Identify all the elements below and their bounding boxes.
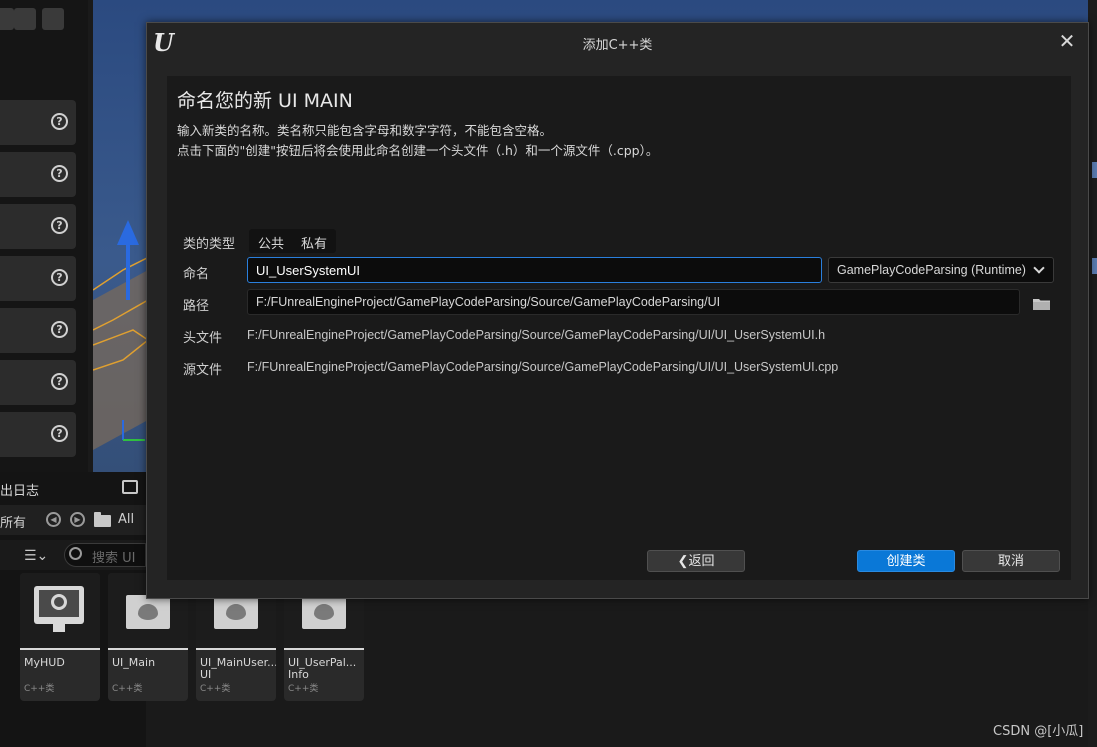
duplicate-icon[interactable]: [14, 8, 36, 30]
details-row[interactable]: ?: [0, 100, 76, 145]
module-select[interactable]: GamePlayCodeParsing (Runtime): [828, 257, 1054, 283]
path-input[interactable]: [247, 289, 1020, 315]
details-row[interactable]: ?: [0, 308, 76, 353]
back-button[interactable]: ❮返回: [647, 550, 745, 572]
source-file-label: 源文件: [183, 363, 223, 378]
forward-icon[interactable]: ▶: [70, 512, 85, 527]
details-row[interactable]: ?: [0, 256, 76, 301]
description-line: 点击下面的"创建"按钮后将会使用此命名创建一个头文件（.h）和一个源文件（.cp…: [177, 143, 659, 158]
close-button[interactable]: ✕: [1058, 31, 1076, 51]
asset-type: C++类: [200, 684, 231, 694]
search-icon: [69, 547, 82, 560]
hud-monitor-icon: [34, 586, 84, 632]
dialog-titlebar[interactable]: U 添加C++类 ✕: [147, 23, 1088, 61]
details-row[interactable]: ?: [0, 412, 76, 457]
folder-icon[interactable]: [1033, 298, 1050, 310]
asset-name: UI_UserPal... Info: [288, 656, 357, 681]
help-icon[interactable]: ?: [51, 113, 68, 130]
page-title: 命名您的新 UI MAIN: [177, 90, 353, 112]
header-file-label: 头文件: [183, 331, 223, 346]
watermark: CSDN @[小瓜]: [993, 724, 1084, 739]
dialog-title: 添加C++类: [582, 38, 653, 53]
create-class-button[interactable]: 创建类: [857, 550, 955, 572]
asset-name: UI_MainUser... UI: [200, 656, 276, 681]
asset-tile[interactable]: MyHUD C++类: [20, 573, 100, 701]
asset-type: C++类: [288, 684, 319, 694]
help-icon[interactable]: ?: [51, 321, 68, 338]
help-icon[interactable]: ?: [51, 269, 68, 286]
panel-tab[interactable]: [1092, 162, 1097, 178]
header-file-path: F:/FUnrealEngineProject/GamePlayCodePars…: [247, 328, 826, 342]
asset-type: C++类: [112, 684, 143, 694]
asset-name: UI_Main: [112, 656, 156, 669]
toolbar-button[interactable]: [0, 8, 14, 30]
details-row[interactable]: ?: [0, 152, 76, 197]
description-line: 输入新类的名称。类名称只能包含字母和数字字符，不能包含空格。: [177, 123, 553, 138]
log-settings-icon[interactable]: [122, 480, 138, 494]
class-type-toggle: 公共 私有: [249, 229, 336, 253]
panel-tab[interactable]: [1092, 258, 1097, 274]
cancel-button[interactable]: 取消: [962, 550, 1060, 572]
class-type-label: 类的类型: [183, 237, 236, 252]
class-name-input[interactable]: [247, 257, 822, 283]
help-icon[interactable]: ?: [51, 373, 68, 390]
asset-thumbnail: [20, 573, 100, 650]
name-label: 命名: [183, 267, 210, 282]
gizmo-arrow-z[interactable]: [117, 220, 139, 245]
details-panel: ? ? ? ? ? ? ?: [0, 0, 88, 472]
details-row[interactable]: ?: [0, 204, 76, 249]
output-log-tab[interactable]: 出日志: [0, 480, 39, 499]
folder-icon[interactable]: [94, 512, 111, 527]
viewport-mesh: [93, 270, 148, 450]
breadcrumb-all[interactable]: All: [118, 512, 134, 527]
help-icon[interactable]: ?: [51, 425, 68, 442]
module-select-value: GamePlayCodeParsing (Runtime): [837, 263, 1026, 277]
asset-name: MyHUD: [24, 656, 65, 669]
help-icon[interactable]: ?: [51, 165, 68, 182]
help-icon[interactable]: ?: [51, 217, 68, 234]
nav-all-label[interactable]: 所有: [0, 512, 26, 531]
path-label: 路径: [183, 299, 210, 314]
maximize-icon[interactable]: [42, 8, 64, 30]
widget-class-icon: [302, 595, 346, 629]
add-cpp-class-dialog: U 添加C++类 ✕ 命名您的新 UI MAIN 输入新类的名称。类名称只能包含…: [146, 22, 1089, 599]
asset-type: C++类: [24, 684, 55, 694]
class-type-public[interactable]: 公共: [258, 233, 284, 252]
right-panel-strip: [1088, 0, 1097, 747]
filter-icon[interactable]: ☰⌄: [24, 548, 48, 564]
widget-class-icon: [214, 595, 258, 629]
source-file-path: F:/FUnrealEngineProject/GamePlayCodePars…: [247, 360, 839, 374]
class-type-private[interactable]: 私有: [301, 233, 327, 252]
dialog-content: 命名您的新 UI MAIN 输入新类的名称。类名称只能包含字母和数字字符，不能包…: [167, 76, 1071, 580]
chevron-down-icon: [1033, 262, 1045, 274]
search-placeholder: 搜索 UI: [92, 551, 136, 566]
back-icon[interactable]: ◀: [46, 512, 61, 527]
widget-class-icon: [126, 595, 170, 629]
details-row[interactable]: ?: [0, 360, 76, 405]
